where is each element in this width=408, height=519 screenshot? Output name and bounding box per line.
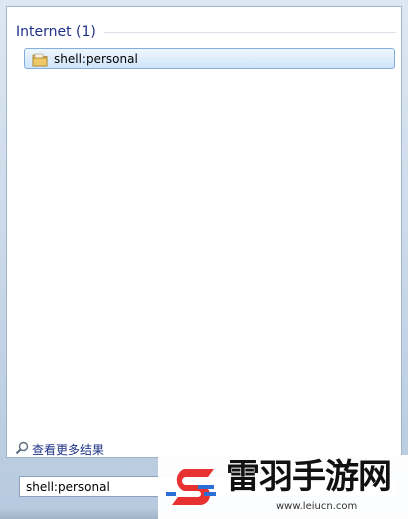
results-group-title[interactable]: Internet (1) [16, 24, 96, 40]
search-results-pane: Internet (1) shell:personal [6, 6, 402, 458]
watermark-url: www.leiucn.com [276, 501, 358, 512]
result-item-shell-personal[interactable]: shell:personal [24, 48, 395, 69]
start-menu: Internet (1) shell:personal 查看更多结果 shell… [0, 0, 408, 519]
see-more-results-link[interactable]: 查看更多结果 [15, 440, 104, 458]
search-icon [15, 440, 29, 459]
group-divider [103, 31, 396, 33]
watermark-logo-icon [166, 469, 216, 505]
watermark: 雷羽手游网 www.leiucn.com [158, 455, 408, 519]
see-more-label: 查看更多结果 [32, 442, 105, 457]
folder-icon [32, 52, 48, 66]
result-item-label: shell:personal [54, 51, 138, 66]
watermark-title: 雷羽手游网 [226, 457, 392, 497]
results-group-header: Internet (1) [16, 22, 396, 42]
